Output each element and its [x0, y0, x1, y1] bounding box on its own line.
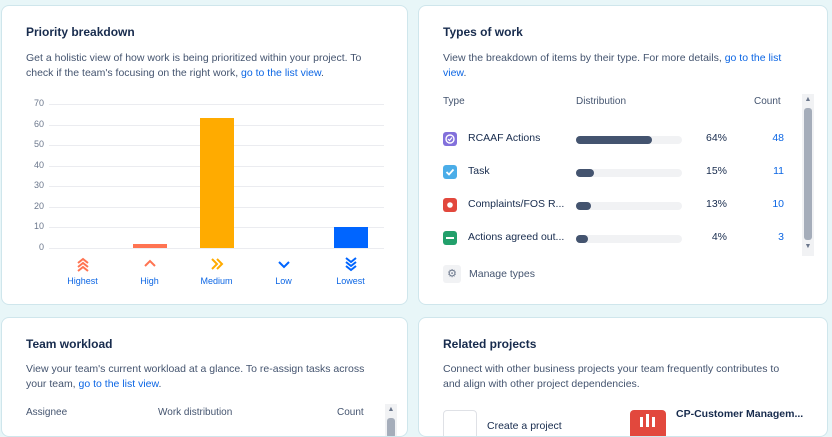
type-name: Task — [468, 165, 490, 177]
y-tick-label: 20 — [33, 200, 44, 211]
manage-types-button[interactable]: ⚙ Manage types — [443, 265, 553, 285]
x-tick-label-lowest[interactable]: Lowest — [321, 276, 381, 286]
manage-types-label: Manage types — [469, 268, 535, 280]
create-project-button[interactable]: Create a project — [443, 410, 593, 436]
distribution-track — [576, 202, 682, 210]
column-header-assignee: Assignee — [26, 407, 68, 418]
type-count-link[interactable]: 11 — [754, 165, 784, 177]
workload-list-view-link[interactable]: go to the list view — [79, 378, 159, 390]
task-icon — [443, 165, 457, 179]
scroll-up-icon[interactable]: ▲ — [803, 96, 813, 103]
related-project-item[interactable]: CP-Customer Managem... — [630, 408, 820, 436]
highest-priority-icon — [53, 256, 113, 277]
scroll-down-icon[interactable]: ▼ — [803, 243, 813, 250]
priority-breakdown-card: Priority breakdown Get a holistic view o… — [1, 5, 408, 305]
distribution-fill — [576, 235, 588, 243]
lowest-priority-icon — [321, 256, 381, 277]
related-projects-card: Related projects Connect with other busi… — [418, 317, 828, 437]
distribution-track — [576, 235, 682, 243]
distribution-percent: 4% — [711, 231, 727, 243]
column-header-work-distribution: Work distribution — [158, 407, 233, 418]
chart-gridline — [49, 104, 384, 105]
distribution-percent: 64% — [705, 132, 727, 144]
bar-high[interactable] — [132, 243, 167, 248]
type-row[interactable]: Actions agreed out... 4% 3 — [419, 227, 801, 251]
type-row[interactable]: RCAAF Actions 64% 48 — [419, 128, 801, 152]
y-tick-label: 70 — [33, 98, 44, 108]
distribution-fill — [576, 202, 592, 210]
y-tick-label: 10 — [33, 221, 44, 232]
related-projects-title: Related projects — [443, 337, 537, 351]
type-count-link[interactable]: 3 — [754, 231, 784, 243]
workload-scroll-up-icon[interactable]: ▲ — [386, 406, 396, 413]
bar-medium[interactable] — [199, 118, 234, 248]
project-avatar-icon — [630, 410, 666, 436]
team-workload-title: Team workload — [26, 337, 113, 351]
y-tick-label: 30 — [33, 180, 44, 191]
y-tick-label: 50 — [33, 139, 44, 150]
related-projects-description: Connect with other business projects you… — [443, 363, 780, 390]
bar-lowest[interactable] — [333, 227, 368, 248]
gear-icon: ⚙ — [443, 265, 461, 283]
team-workload-card: Team workload View your team's current w… — [1, 317, 408, 437]
x-tick-label-medium[interactable]: Medium — [187, 276, 247, 286]
y-tick-label: 0 — [38, 242, 44, 252]
type-count-link[interactable]: 48 — [754, 132, 784, 144]
high-priority-icon — [120, 256, 180, 277]
x-tick-label-low[interactable]: Low — [254, 276, 314, 286]
x-tick-label-high[interactable]: High — [120, 276, 180, 286]
type-row[interactable]: Complaints/FOS R... 13% 10 — [419, 194, 801, 218]
chart-gridline — [49, 248, 384, 249]
y-tick-label: 60 — [33, 118, 44, 129]
types-of-work-card: Types of work View the breakdown of item… — [418, 5, 828, 305]
types-table-viewport: RCAAF Actions 64% 48 Task 15% 11 Complaints/FO… — [419, 110, 801, 262]
distribution-fill — [576, 169, 594, 177]
rcaaf-icon — [443, 132, 457, 146]
distribution-fill — [576, 136, 652, 144]
priority-bar-chart: 0 10 20 30 40 50 60 70 Highest High Medium Low Lowes… — [2, 6, 407, 304]
type-name: RCAAF Actions — [468, 132, 541, 144]
plus-icon — [443, 410, 477, 436]
x-tick-label-highest[interactable]: Highest — [53, 276, 113, 286]
y-tick-label: 40 — [33, 159, 44, 170]
type-count-link[interactable]: 10 — [754, 198, 784, 210]
complaints-icon — [443, 198, 457, 212]
distribution-percent: 15% — [705, 165, 727, 177]
team-workload-description: View your team's current workload at a g… — [26, 363, 365, 390]
distribution-percent: 13% — [705, 198, 727, 210]
type-name: Actions agreed out... — [468, 231, 565, 243]
actions-agreed-icon — [443, 231, 457, 245]
type-name: Complaints/FOS R... — [468, 198, 565, 210]
column-header-count: Count — [754, 96, 781, 107]
types-of-work-description: View the breakdown of items by their typ… — [443, 52, 782, 79]
column-header-distribution: Distribution — [576, 96, 627, 107]
workload-scrollbar-thumb[interactable] — [387, 418, 395, 436]
medium-priority-icon — [187, 256, 247, 277]
related-project-name: CP-Customer Managem... — [676, 408, 804, 420]
column-header-type: Type — [443, 96, 465, 107]
column-header-workload-count: Count — [337, 407, 364, 418]
type-row[interactable]: Sub-task4%3 — [419, 260, 801, 262]
type-row[interactable]: Task 15% 11 — [419, 161, 801, 185]
create-project-label: Create a project — [487, 420, 562, 432]
types-scrollbar-thumb[interactable] — [804, 108, 812, 240]
types-of-work-title: Types of work — [443, 25, 523, 39]
low-priority-icon — [254, 256, 314, 277]
